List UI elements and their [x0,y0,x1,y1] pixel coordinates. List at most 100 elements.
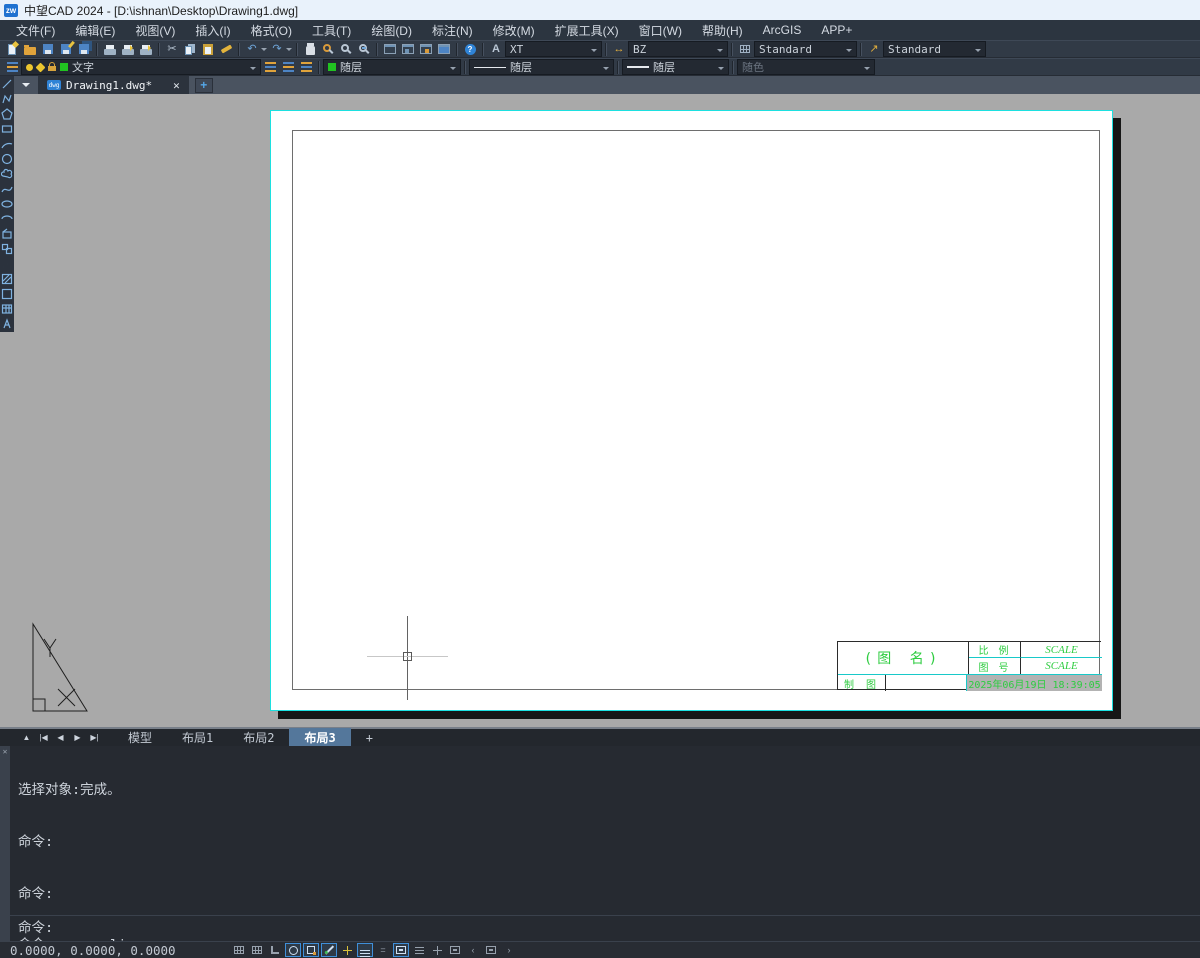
save-as-button[interactable] [57,41,75,57]
insert-block-button[interactable] [0,226,14,241]
redo-button[interactable]: ↷ [268,41,286,57]
undo-button[interactable]: ↶ [243,41,261,57]
menu-item-express-tools[interactable]: 扩展工具(X) [545,20,629,40]
menu-item-dimension[interactable]: 标注(N) [422,20,483,40]
menu-item-file[interactable]: 文件(F) [6,20,65,40]
new-button[interactable] [3,41,21,57]
dim-style-combo[interactable]: BZ [628,41,728,57]
dynamic-input-toggle[interactable] [339,943,355,957]
workspace-prev-icon[interactable]: ‹ [465,943,481,957]
arc-button[interactable] [0,136,14,151]
table-style-combo[interactable]: Standard [754,41,857,57]
dim-style-manager-button[interactable]: ↔ [610,41,628,57]
line-button[interactable] [0,76,14,91]
drawing-canvas[interactable]: (图 名) 比 例 SCALE 图 号 SCALE 制 图 2025年06月19… [0,94,1200,727]
add-layout-button[interactable]: + [351,728,388,747]
command-prompt-input[interactable]: 命令: [18,920,53,937]
workspace-switch-button[interactable] [483,943,499,957]
open-button[interactable] [21,41,39,57]
tab-list-dropdown-icon[interactable] [22,83,30,91]
layer-match-button[interactable] [297,59,315,75]
ellipse-arc-button[interactable] [0,211,14,226]
save-all-button[interactable] [75,41,93,57]
doc-tab-drawing1[interactable]: dwg Drawing1.dwg* ✕ [38,76,189,94]
properties-palette-button[interactable] [381,41,399,57]
menu-item-modify[interactable]: 修改(M) [483,20,545,40]
mtext-button[interactable] [0,316,14,331]
tab-model[interactable]: 模型 [113,728,167,747]
prev-tab-icon[interactable]: ◀ [52,730,69,745]
plot-preview-button[interactable] [119,41,137,57]
command-window-handle[interactable]: ✕ [0,746,10,941]
menu-item-arcgis[interactable]: ArcGIS [753,20,812,40]
otrack-toggle[interactable] [321,943,337,957]
menu-item-insert[interactable]: 插入(I) [185,20,240,40]
lineweight-toggle[interactable] [357,943,373,957]
new-drawing-tab-button[interactable]: + [194,77,213,93]
menu-item-window[interactable]: 窗口(W) [629,20,692,40]
layer-combo[interactable]: 文字 [21,59,261,75]
workspace-next-icon[interactable]: › [501,943,517,957]
ortho-toggle[interactable] [267,943,283,957]
match-properties-button[interactable] [217,41,235,57]
zoom-previous-button[interactable] [355,41,373,57]
revcloud-button[interactable] [0,166,14,181]
polygon-button[interactable] [0,106,14,121]
close-tab-icon[interactable]: ✕ [173,79,180,92]
menu-item-view[interactable]: 视图(V) [125,20,185,40]
pan-button[interactable] [301,41,319,57]
plot-button[interactable] [101,41,119,57]
point-button[interactable] [0,256,14,271]
mleader-style-manager-button[interactable]: ↗ [865,41,883,57]
save-button[interactable] [39,41,57,57]
quick-properties-toggle[interactable] [411,943,427,957]
menu-item-draw[interactable]: 绘图(D) [361,20,422,40]
color-combo[interactable]: 随层 [323,59,461,75]
polar-toggle[interactable] [285,943,301,957]
menu-item-format[interactable]: 格式(O) [241,20,302,40]
text-style-combo[interactable]: XT [505,41,602,57]
tab-layout3[interactable]: 布局3 [289,728,351,747]
tool-palettes-button[interactable] [417,41,435,57]
publish-button[interactable] [137,41,155,57]
table-button[interactable] [0,301,14,316]
command-window[interactable]: ✕ 选择对象:完成。 命令: 命令: 命令: _copyclip 找到 16 个… [0,746,1200,953]
spline-button[interactable] [0,181,14,196]
make-block-button[interactable] [0,241,14,256]
redo-dropdown[interactable] [286,48,292,54]
last-tab-icon[interactable]: ▶| [86,730,103,745]
text-style-manager-button[interactable]: A [487,41,505,57]
zoom-realtime-button[interactable] [319,41,337,57]
tabbar-menu-icon[interactable]: ▲ [18,730,35,745]
first-tab-icon[interactable]: |◀ [35,730,52,745]
table-style-manager-button[interactable] [736,41,754,57]
layer-properties-button[interactable] [3,59,21,75]
zoom-window-button[interactable] [337,41,355,57]
circle-button[interactable] [0,151,14,166]
ellipse-button[interactable] [0,196,14,211]
snap-toggle[interactable] [249,943,265,957]
fullscreen-toggle[interactable] [447,943,463,957]
polyline-button[interactable] [0,91,14,106]
layer-previous-button[interactable] [261,59,279,75]
sheet-set-button[interactable] [435,41,453,57]
linetype-combo[interactable]: 随层 [469,59,614,75]
grid-toggle[interactable] [231,943,247,957]
paste-button[interactable] [199,41,217,57]
gradient-button[interactable] [0,286,14,301]
menu-item-tools[interactable]: 工具(T) [302,20,361,40]
cut-button[interactable]: ✂ [163,41,181,57]
hatch-button[interactable] [0,271,14,286]
paper-model-toggle[interactable] [393,943,409,957]
tab-layout2[interactable]: 布局2 [228,728,289,747]
mleader-style-combo[interactable]: Standard [883,41,986,57]
help-button[interactable]: ? [461,41,479,57]
copy-button[interactable] [181,41,199,57]
tab-layout1[interactable]: 布局1 [167,728,228,747]
next-tab-icon[interactable]: ▶ [69,730,86,745]
design-center-button[interactable] [399,41,417,57]
menu-item-app-plus[interactable]: APP+ [811,20,862,40]
layer-states-button[interactable] [279,59,297,75]
osnap-toggle[interactable] [303,943,319,957]
transparency-toggle[interactable]: = [375,943,391,957]
